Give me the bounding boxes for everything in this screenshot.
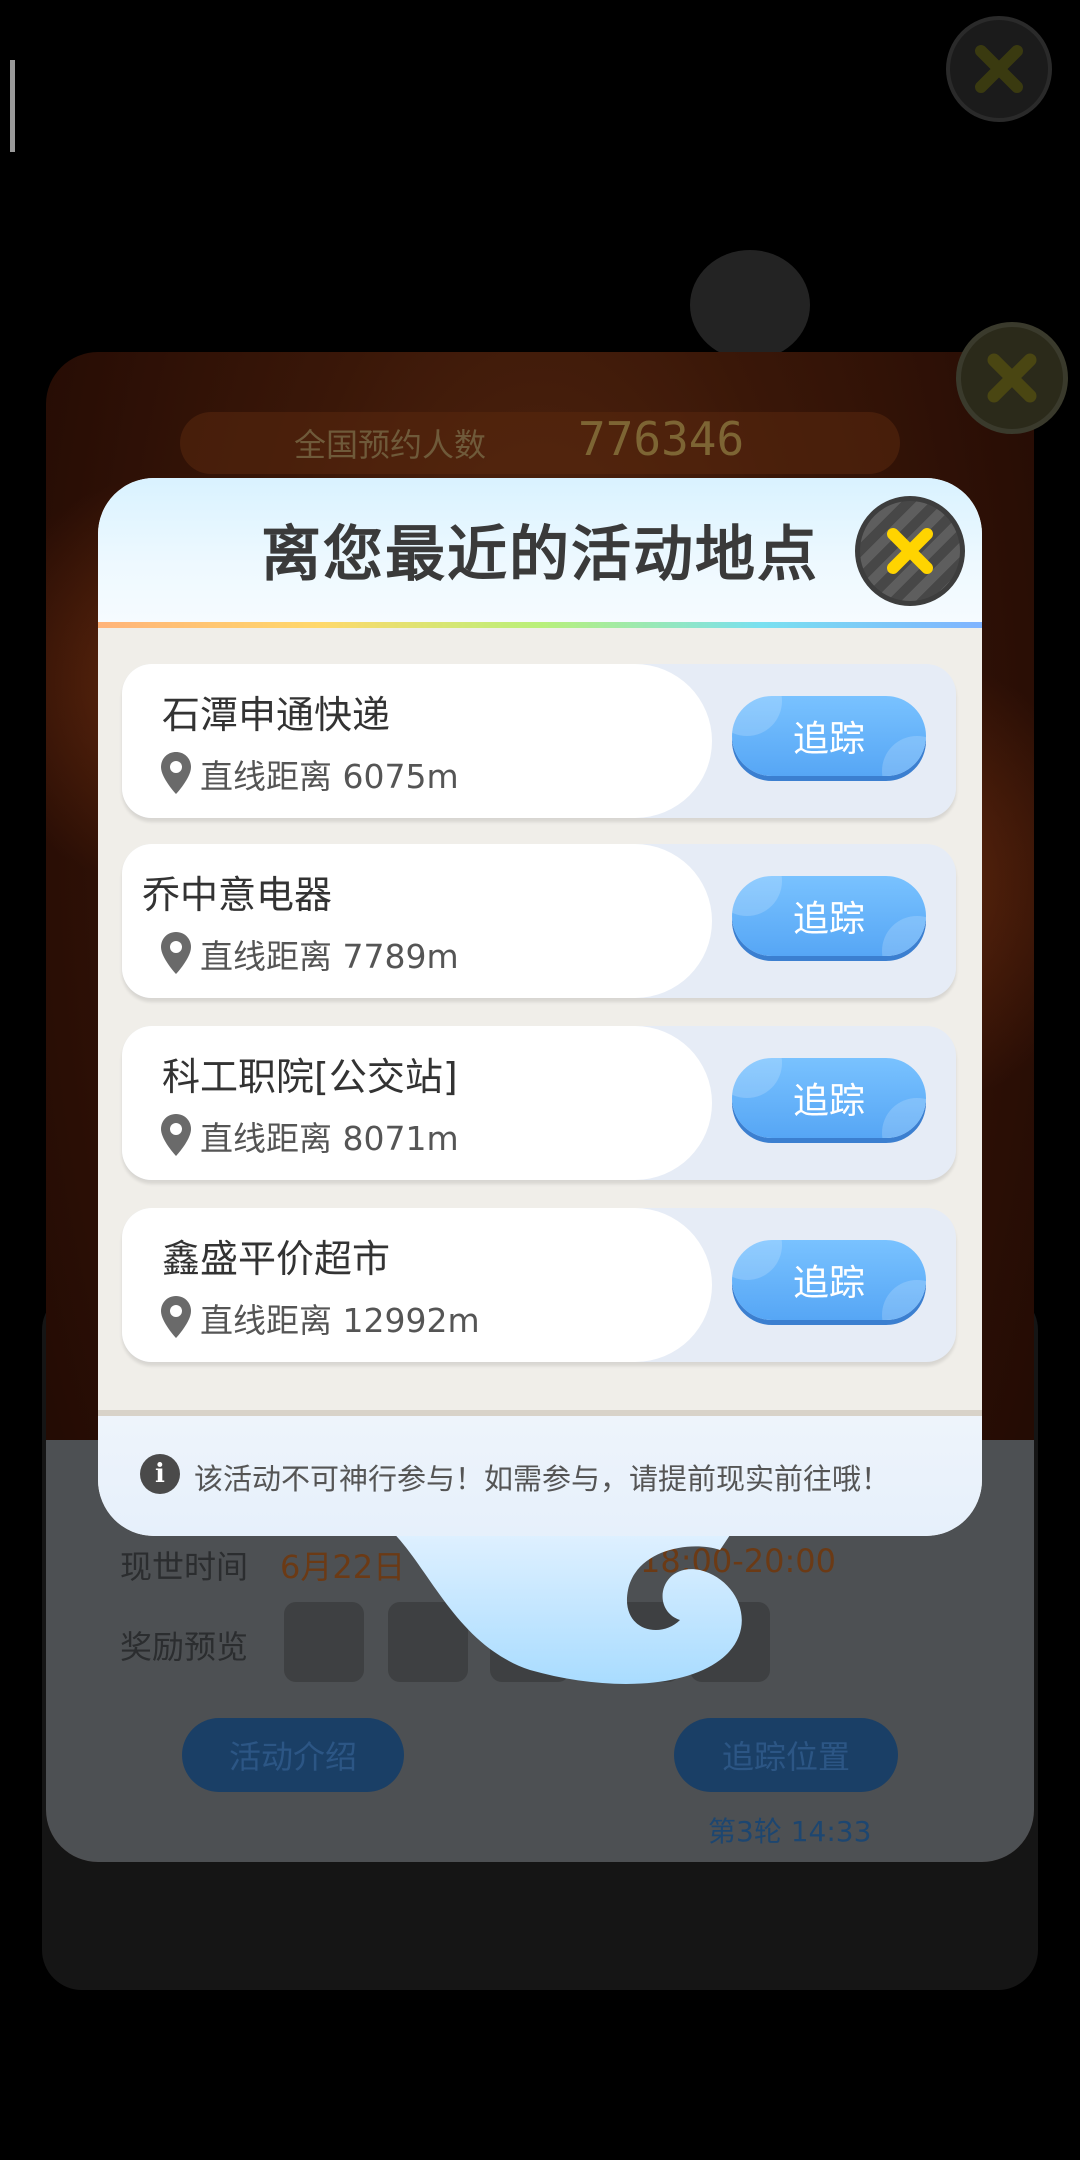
location-pin-icon (161, 1296, 191, 1338)
track-button[interactable]: 追踪 (732, 1058, 926, 1138)
activity-intro-button[interactable]: 活动介绍 (182, 1718, 404, 1792)
track-button[interactable]: 追踪 (732, 876, 926, 956)
reservation-label: 全国预约人数 (294, 426, 487, 464)
location-name: 石潭申通快递 (162, 693, 391, 737)
location-row: 鑫盛平价超市 直线距离 12992m 追踪 (122, 1208, 956, 1362)
footer-note: 该活动不可神行参与！如需参与，请提前现实前往哦！ (194, 1462, 891, 1496)
track-button-label: 追踪 (792, 1081, 865, 1122)
reward-item[interactable] (284, 1602, 364, 1682)
location-name: 乔中意电器 (142, 873, 333, 917)
round-info: 第3轮 14:33 (708, 1815, 872, 1848)
location-distance: 直线距离 8071m (200, 1119, 459, 1158)
reservation-banner (180, 412, 900, 474)
location-row: 石潭申通快递 直线距离 6075m 追踪 (122, 664, 956, 818)
text-cursor (10, 60, 15, 152)
mascot-decoration (690, 250, 810, 360)
close-icon (987, 353, 1037, 403)
location-distance: 直线距离 6075m (200, 757, 459, 796)
reservation-count: 776346 (578, 412, 745, 466)
track-button[interactable]: 追踪 (732, 696, 926, 776)
track-button-label: 追踪 (792, 899, 865, 940)
track-button[interactable]: 追踪 (732, 1240, 926, 1320)
header-divider (98, 622, 982, 628)
location-pin-icon (161, 752, 191, 794)
close-icon (887, 528, 933, 574)
track-position-button[interactable]: 追踪位置 (674, 1718, 898, 1792)
info-icon: i (140, 1454, 180, 1494)
location-pin-icon (161, 1114, 191, 1156)
location-distance: 直线距离 7789m (200, 937, 459, 976)
location-name: 科工职院[公交站] (162, 1055, 458, 1099)
location-distance: 直线距离 12992m (200, 1301, 480, 1340)
dialog-title: 离您最近的活动地点 (261, 520, 819, 590)
reward-label: 奖励预览 (120, 1628, 249, 1666)
track-button-label: 追踪 (792, 1263, 865, 1304)
close-icon (975, 45, 1023, 93)
dialog-footer: i 该活动不可神行参与！如需参与，请提前现实前往哦！ (98, 1410, 982, 1536)
location-pin-icon (161, 932, 191, 974)
location-row: 乔中意电器 直线距离 7789m 追踪 (122, 844, 956, 998)
location-name: 鑫盛平价超市 (162, 1237, 391, 1281)
event-card-close-button[interactable] (956, 322, 1068, 434)
time-label: 现世时间 (120, 1548, 249, 1586)
location-row: 科工职院[公交站] 直线距离 8071m 追踪 (122, 1026, 956, 1180)
nearest-locations-dialog: 离您最近的活动地点 石潭申通快递 直线距离 6075m 追踪 乔中意电器 直线距… (98, 478, 982, 1536)
dialog-close-button[interactable] (855, 496, 965, 606)
track-button-label: 追踪 (792, 719, 865, 760)
top-close-button[interactable] (946, 16, 1052, 122)
